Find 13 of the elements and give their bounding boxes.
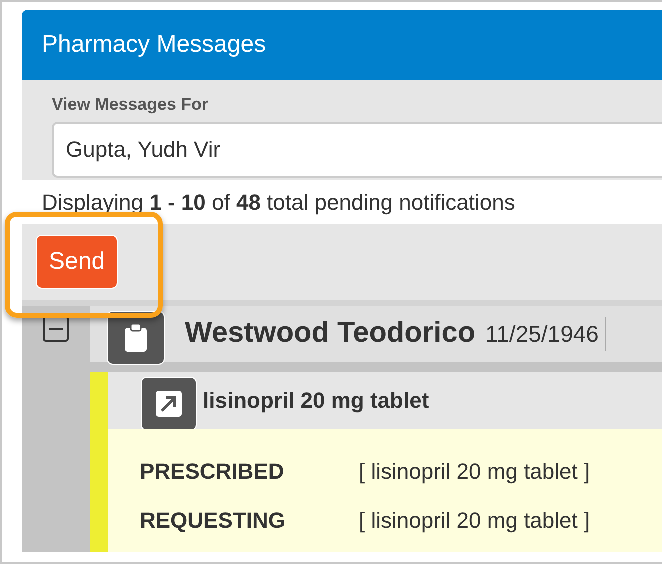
- window-title: Pharmacy Messages: [42, 30, 266, 60]
- clipboard-icon[interactable]: [107, 311, 165, 365]
- patient-name: Westwood Teodorico: [185, 316, 476, 352]
- detail-value: [ lisinopril 20 mg tablet ]: [359, 507, 590, 535]
- field-label: View Messages For: [52, 94, 210, 116]
- select-field[interactable]: Gupta, Yudh Vir: [52, 122, 662, 178]
- summary-text: Displaying 1 - 10 of 48 total pending notifications: [42, 188, 516, 217]
- detail-label: REQUESTING: [140, 507, 286, 535]
- detail-label: PRESCRIBED: [140, 458, 286, 486]
- collapse-icon[interactable]: [43, 316, 69, 342]
- birth-date: 11/25/1946: [486, 316, 606, 352]
- detail-value: [ lisinopril 20 mg tablet ]: [359, 458, 590, 486]
- medication-name: lisinopril 20 mg tablet: [203, 387, 430, 415]
